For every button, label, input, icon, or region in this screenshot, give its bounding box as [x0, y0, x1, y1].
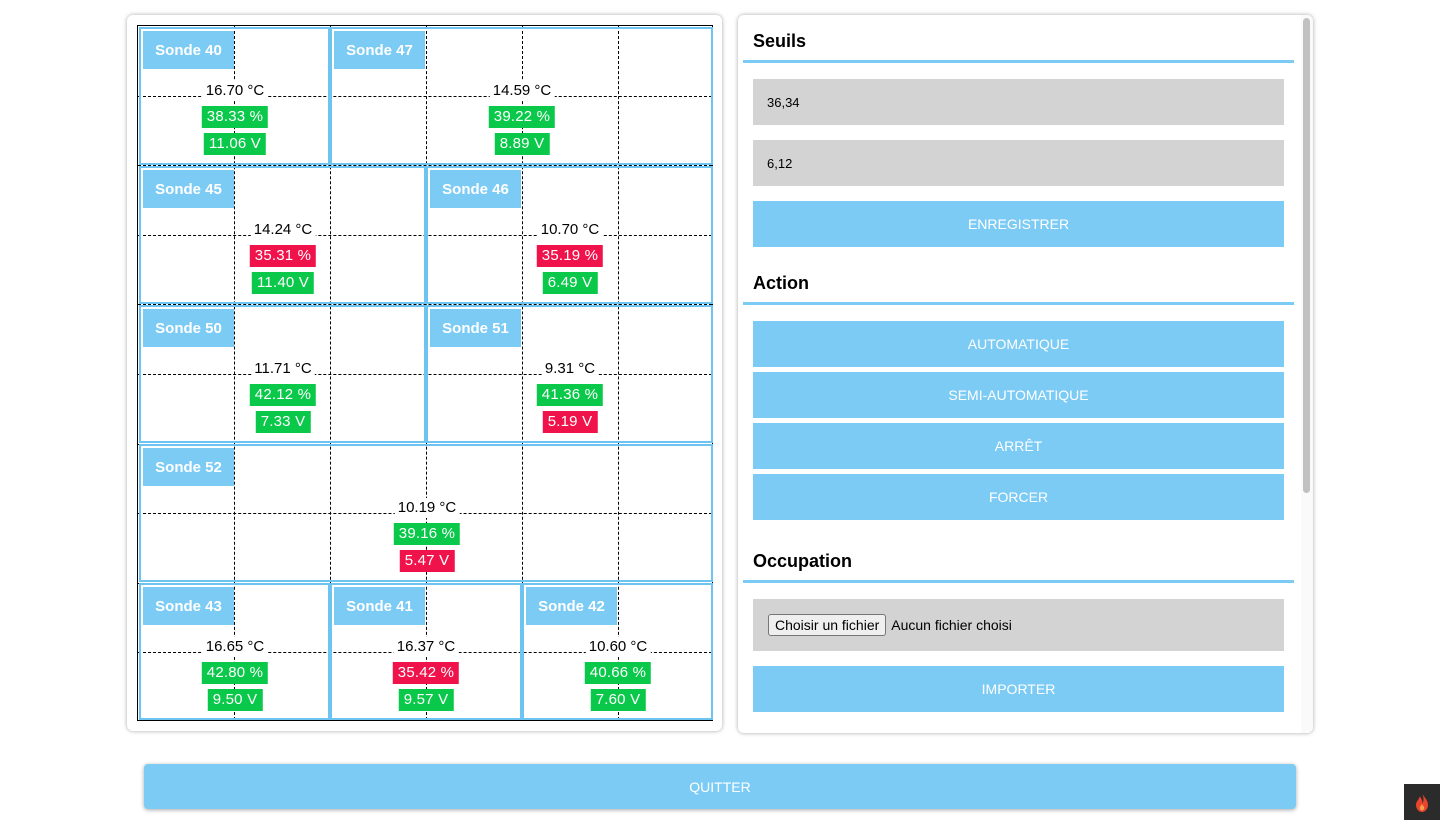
automatic-mode-button[interactable]: AUTOMATIQUE — [753, 321, 1284, 367]
temperature-value: 16.70 °C — [202, 81, 268, 101]
temperature-value: 10.60 °C — [585, 637, 651, 657]
action-title: Action — [753, 273, 809, 293]
voltage-value: 9.50 V — [207, 689, 263, 711]
sensor-readings: 10.70 °C 35.19 % 6.49 V — [536, 220, 604, 299]
voltage-value: 9.57 V — [398, 689, 454, 711]
voltage-value: 5.19 V — [542, 411, 598, 433]
stop-button[interactable]: ARRÊT — [753, 423, 1284, 469]
sensor-readings: 14.24 °C 35.31 % 11.40 V — [249, 220, 317, 299]
sensor-readings: 14.59 °C 39.22 % 8.89 V — [488, 81, 556, 160]
humidity-value: 42.12 % — [249, 384, 317, 406]
thresholds-title: Seuils — [753, 31, 807, 51]
file-status-text: Aucun fichier choisi — [891, 617, 1012, 633]
voltage-value: 7.60 V — [590, 689, 646, 711]
sensor-zone-label: Sonde 50 — [143, 309, 234, 347]
sensor-zone[interactable]: Sonde 40 16.70 °C 38.33 % 11.06 V — [139, 27, 330, 165]
humidity-value: 35.31 % — [249, 245, 317, 267]
temperature-value: 14.59 °C — [489, 81, 555, 101]
temperature-value: 10.19 °C — [394, 498, 460, 518]
sensor-zone[interactable]: Sonde 41 16.37 °C 35.42 % 9.57 V — [330, 583, 522, 720]
sensor-zone-label: Sonde 40 — [143, 31, 234, 69]
sensor-readings: 10.60 °C 40.66 % 7.60 V — [584, 637, 652, 716]
sensor-readings: 11.71 °C 42.12 % 7.33 V — [249, 359, 317, 438]
sensor-zone[interactable]: Sonde 50 11.71 °C 42.12 % 7.33 V — [139, 305, 426, 443]
save-button[interactable]: ENREGISTRER — [753, 201, 1284, 247]
scrollbar-thumb[interactable] — [1303, 18, 1310, 493]
humidity-value: 38.33 % — [201, 106, 269, 128]
sensor-zone[interactable]: Sonde 46 10.70 °C 35.19 % 6.49 V — [426, 166, 713, 304]
temperature-value: 16.37 °C — [393, 637, 459, 657]
sensor-zone[interactable]: Sonde 43 16.65 °C 42.80 % 9.50 V — [139, 583, 330, 720]
humidity-value: 39.16 % — [393, 523, 461, 545]
sensor-zone-label: Sonde 41 — [334, 587, 425, 625]
sensor-zone-label: Sonde 46 — [430, 170, 521, 208]
sensor-readings: 10.19 °C 39.16 % 5.47 V — [393, 498, 461, 577]
sensor-zone-label: Sonde 52 — [143, 448, 234, 486]
section-divider — [743, 60, 1294, 63]
sensor-readings: 16.65 °C 42.80 % 9.50 V — [201, 637, 269, 716]
section-divider — [743, 302, 1294, 305]
import-button[interactable]: IMPORTER — [753, 666, 1284, 712]
sensor-map-panel: Sonde 40 16.70 °C 38.33 % 11.06 V Sonde … — [127, 15, 722, 731]
voltage-threshold-input[interactable] — [753, 140, 1284, 186]
sensor-zone[interactable]: Sonde 47 14.59 °C 39.22 % 8.89 V — [330, 27, 713, 165]
sensor-readings: 16.70 °C 38.33 % 11.06 V — [201, 81, 269, 160]
sensor-readings: 9.31 °C 41.36 % 5.19 V — [536, 359, 604, 438]
sensor-zone-label: Sonde 45 — [143, 170, 234, 208]
force-button[interactable]: FORCER — [753, 474, 1284, 520]
sensor-readings: 16.37 °C 35.42 % 9.57 V — [392, 637, 460, 716]
humidity-value: 35.42 % — [392, 662, 460, 684]
semi-automatic-mode-button[interactable]: SEMI-AUTOMATIQUE — [753, 372, 1284, 418]
sensor-zone[interactable]: Sonde 51 9.31 °C 41.36 % 5.19 V — [426, 305, 713, 443]
sensor-map-grid: Sonde 40 16.70 °C 38.33 % 11.06 V Sonde … — [137, 25, 713, 721]
sensor-zone[interactable]: Sonde 42 10.60 °C 40.66 % 7.60 V — [522, 583, 713, 720]
debug-toolbar-button[interactable] — [1404, 784, 1440, 820]
control-panel: Seuils ENREGISTRER Action AUTOMATIQUE SE… — [738, 15, 1313, 733]
temperature-value: 11.71 °C — [251, 359, 315, 379]
sensor-zone[interactable]: Sonde 45 14.24 °C 35.31 % 11.40 V — [139, 166, 426, 304]
section-divider — [743, 580, 1294, 583]
voltage-value: 8.89 V — [494, 133, 550, 155]
occupation-title: Occupation — [753, 551, 853, 571]
temperature-value: 10.70 °C — [537, 220, 603, 240]
file-input: Choisir un fichier Aucun fichier choisi — [753, 599, 1284, 651]
temperature-value: 16.65 °C — [202, 637, 268, 657]
voltage-value: 11.40 V — [251, 272, 314, 294]
temperature-value: 14.24 °C — [250, 220, 316, 240]
humidity-value: 42.80 % — [201, 662, 269, 684]
humidity-threshold-input[interactable] — [753, 79, 1284, 125]
sensor-zone-label: Sonde 42 — [526, 587, 617, 625]
voltage-value: 11.06 V — [203, 133, 266, 155]
flame-icon — [1416, 792, 1428, 812]
humidity-value: 41.36 % — [536, 384, 604, 406]
humidity-value: 39.22 % — [488, 106, 556, 128]
choose-file-button[interactable]: Choisir un fichier — [768, 614, 887, 636]
voltage-value: 5.47 V — [399, 550, 455, 572]
sensor-zone-label: Sonde 51 — [430, 309, 521, 347]
sensor-zone-label: Sonde 43 — [143, 587, 234, 625]
humidity-value: 35.19 % — [536, 245, 604, 267]
temperature-value: 9.31 °C — [541, 359, 599, 379]
quit-button[interactable]: QUITTER — [144, 764, 1296, 809]
humidity-value: 40.66 % — [584, 662, 652, 684]
voltage-value: 6.49 V — [542, 272, 598, 294]
sensor-zone[interactable]: Sonde 52 10.19 °C 39.16 % 5.47 V — [139, 444, 713, 582]
sensor-zone-label: Sonde 47 — [334, 31, 425, 69]
voltage-value: 7.33 V — [255, 411, 311, 433]
